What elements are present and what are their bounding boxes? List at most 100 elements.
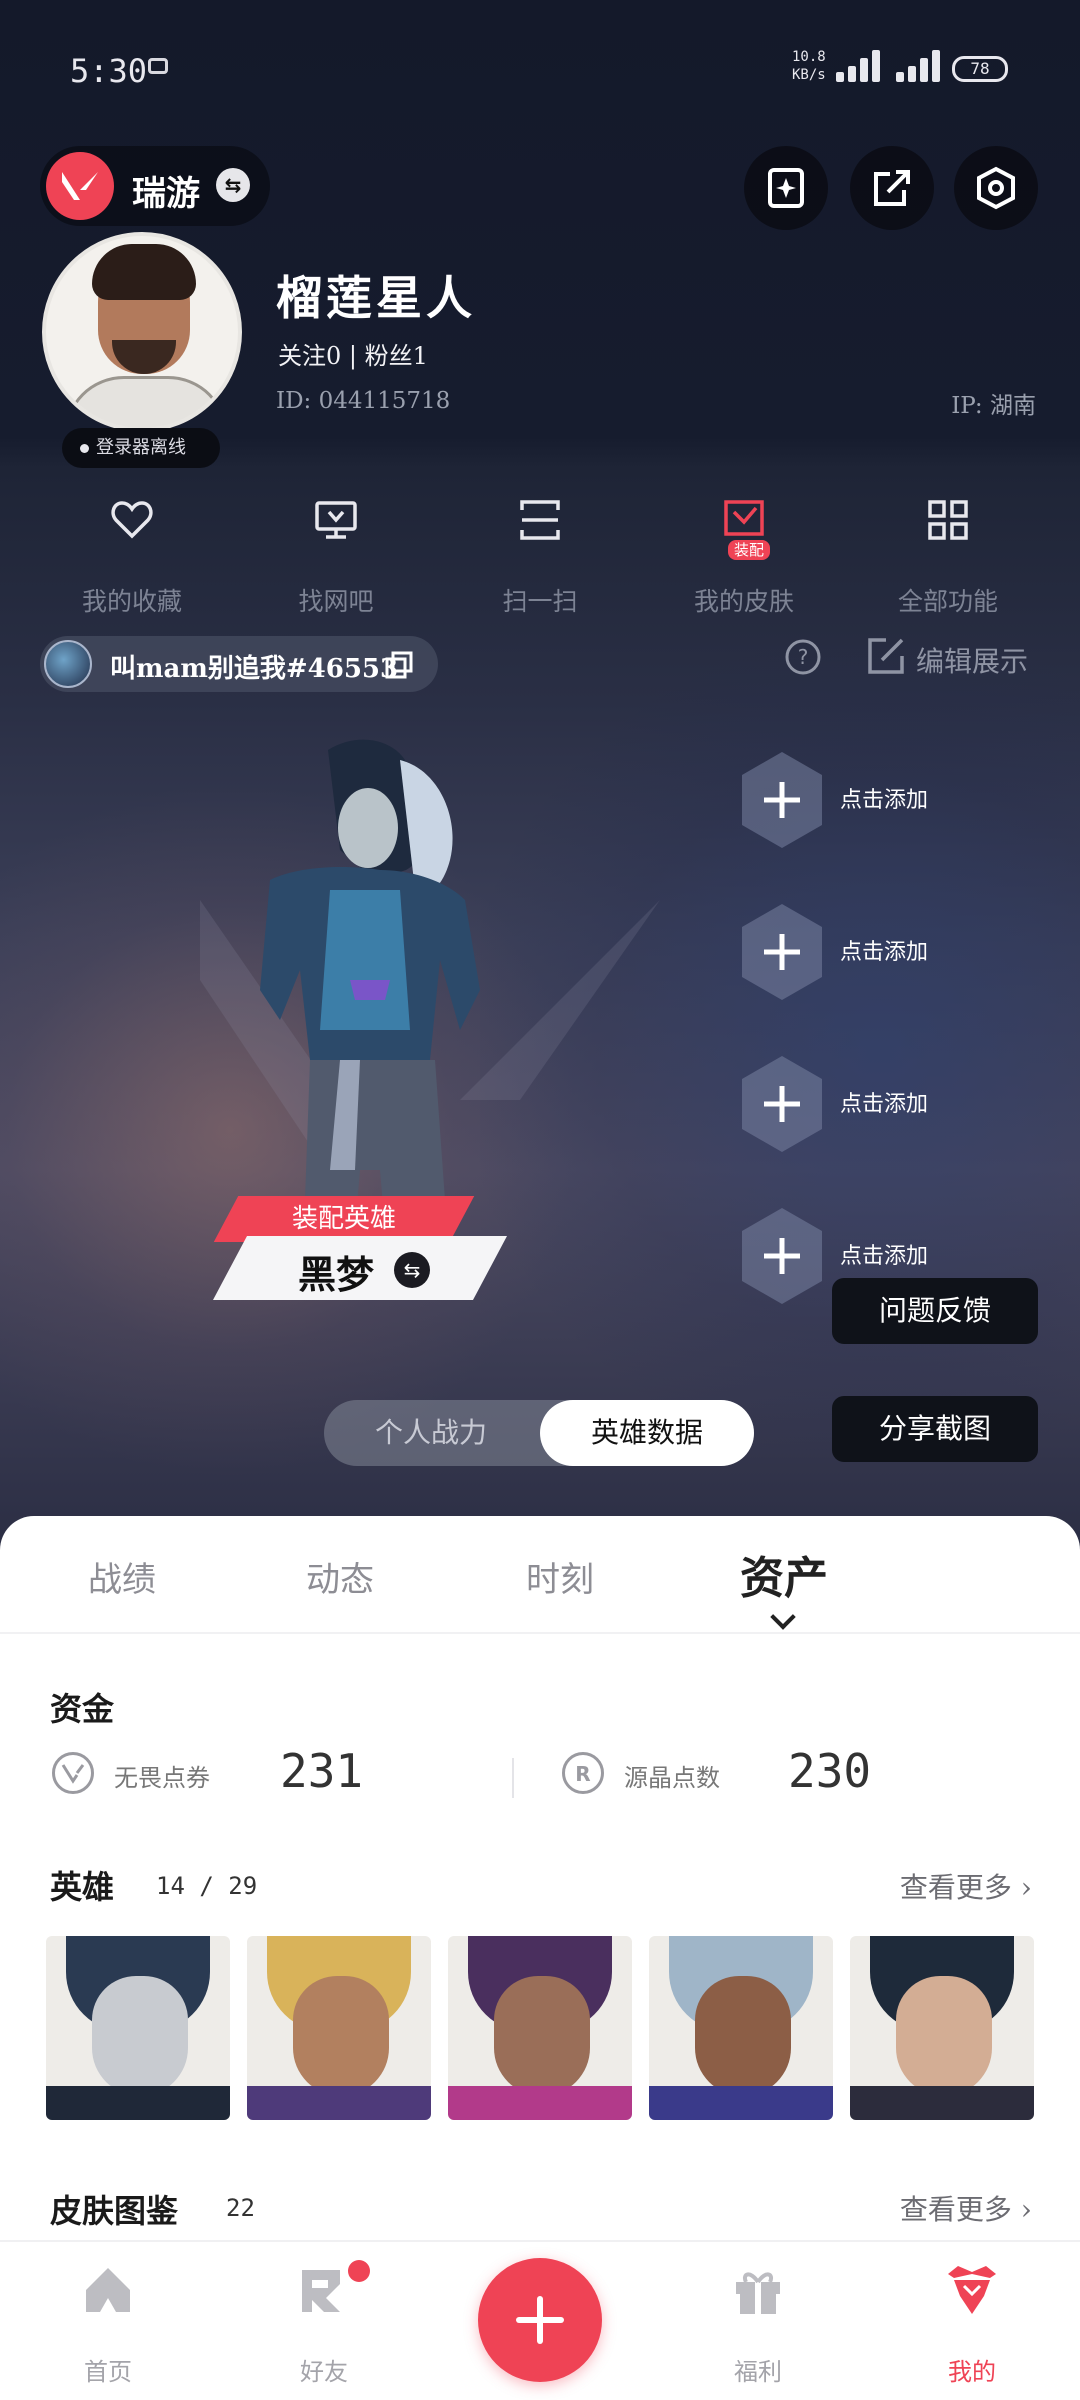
network-speed-unit: KB/s [792,67,826,83]
radianite-icon: R [562,1752,604,1794]
fund-radianite-points: R 源晶点数 230 [562,1738,982,1808]
hero-card-iso[interactable] [247,1936,431,2120]
home-icon [86,2268,130,2312]
player-card-avatar [44,640,92,688]
hero-card-reyna[interactable] [448,1936,632,2120]
quick-nav-internet-cafe[interactable]: 找网吧 [236,498,436,616]
swap-agent-icon[interactable]: ⇆ [394,1252,430,1288]
hero-card-neon[interactable] [649,1936,833,2120]
skins-see-more-link[interactable]: 查看更多 › [900,2188,1032,2228]
quick-nav-all-features[interactable]: 全部功能 [848,498,1048,616]
gear-icon [977,166,1015,210]
quick-nav-my-skins[interactable]: 装配 我的皮肤 [644,498,844,616]
add-slot-label: 点击添加 [840,1092,929,1117]
valorant-logo-icon [46,152,114,220]
quick-nav-scan[interactable]: 扫一扫 [440,498,640,616]
fund-value: 230 [788,1744,872,1798]
heroes-title: 英雄 [50,1868,115,1906]
equip-tag: 装配 [728,540,771,560]
heroes-see-more-link[interactable]: 查看更多 › [900,1866,1032,1906]
friends-icon [302,2270,340,2312]
add-slot-2[interactable]: 点击添加 [738,902,1078,1002]
alarm-icon [148,58,168,74]
skins-title: 皮肤图鉴 [50,2192,179,2230]
add-slot-3[interactable]: 点击添加 [738,1054,1078,1154]
heart-icon [111,501,153,539]
nickname: 榴莲星人 [276,271,476,325]
network-speed: 10.8 KB/s [792,48,826,84]
follow-stats[interactable]: 关注0 | 粉丝1 [278,336,428,371]
funds-title: 资金 [50,1690,115,1728]
fund-label: 源晶点数 [624,1764,720,1792]
add-slot-1[interactable]: 点击添加 [738,750,1078,850]
quick-nav-favorites[interactable]: 我的收藏 [32,498,232,616]
add-hex-icon [742,752,822,848]
quick-nav-label: 找网吧 [298,587,374,616]
signal-icon [830,46,894,82]
svg-text:?: ? [798,645,809,669]
fund-divider [512,1758,514,1798]
scan-icon [520,500,560,540]
see-more-label: 查看更多 [899,1871,1012,1904]
toggle-agent-data[interactable]: 英雄数据 [540,1400,754,1466]
content-tabs: 战绩 动态 时刻 资产 [0,1516,1080,1634]
tabbar-friends[interactable]: 好友 [244,2260,404,2392]
agent-name[interactable]: 黑梦 [298,1244,374,1299]
hero-card-fade[interactable] [46,1936,230,2120]
skin-icon [724,500,764,536]
app-switcher[interactable]: 瑞游 ⇆ [40,146,270,226]
copy-icon[interactable] [384,650,414,680]
edit-showcase-button[interactable]: 编辑展示 [916,640,1028,680]
active-tab-indicator [770,1604,796,1630]
tabbar-home[interactable]: 首页 [28,2262,188,2392]
ai-sparkle-button[interactable] [744,146,828,230]
valorant-points-icon [52,1752,94,1794]
svg-text:R: R [575,1762,590,1786]
launcher-status-badge: 登录器离线 [62,428,220,468]
hero-card-yoru[interactable] [850,1936,1034,2120]
notification-dot [348,2260,370,2282]
tabbar-label: 首页 [84,2358,132,2386]
feedback-button[interactable]: 问题反馈 [832,1278,1038,1344]
edit-icon[interactable] [866,636,906,676]
skins-count: 22 [226,2194,255,2222]
tabbar-benefits[interactable]: 福利 [678,2262,838,2392]
add-hex-icon [742,1208,822,1304]
riot-id-tag[interactable]: 叫mam别追我#46553 [40,636,438,692]
tabbar-label: 福利 [734,2358,782,2386]
help-icon[interactable]: ? [784,638,822,676]
ip-location: IP: 湖南 [951,393,1036,419]
tab-moments[interactable]: 时刻 [526,1552,594,1601]
tabbar-profile[interactable]: 我的 [892,2262,1052,2392]
user-id: ID: 044115718 [276,388,451,414]
add-slot-label: 点击添加 [840,788,929,813]
quick-nav-label: 全部功能 [897,587,998,616]
sparkle-card-icon [768,168,804,208]
tab-assets[interactable]: 资产 [740,1542,828,1606]
chevron-right-icon: › [1020,2193,1032,2226]
network-speed-value: 10.8 [792,49,826,65]
tab-match-history[interactable]: 战绩 [88,1552,156,1601]
quick-nav-label: 我的收藏 [81,587,182,616]
fund-label: 无畏点券 [114,1764,210,1792]
grid-icon [928,500,968,540]
create-post-button[interactable] [478,2258,602,2382]
swap-icon: ⇆ [216,168,250,202]
tab-activity[interactable]: 动态 [306,1552,374,1601]
status-bar: 5:30 10.8 KB/s 78 [0,0,1080,140]
status-time: 5:30 [70,52,148,90]
add-slot-label: 点击添加 [840,940,929,965]
heroes-count: 14 / 29 [156,1872,258,1900]
tabbar-label: 我的 [948,2358,996,2386]
profile-icon [948,2266,996,2314]
tabbar-label: 好友 [300,2358,348,2386]
share-screenshot-button[interactable]: 分享截图 [832,1396,1038,1462]
avatar[interactable] [42,232,242,432]
share-button[interactable] [850,146,934,230]
riot-id: 叫mam别追我#46553 [110,654,399,684]
monitor-icon [315,501,357,539]
toggle-personal-power[interactable]: 个人战力 [324,1400,538,1466]
settings-button[interactable] [954,146,1038,230]
share-icon [874,170,910,206]
gift-icon [736,2272,780,2314]
